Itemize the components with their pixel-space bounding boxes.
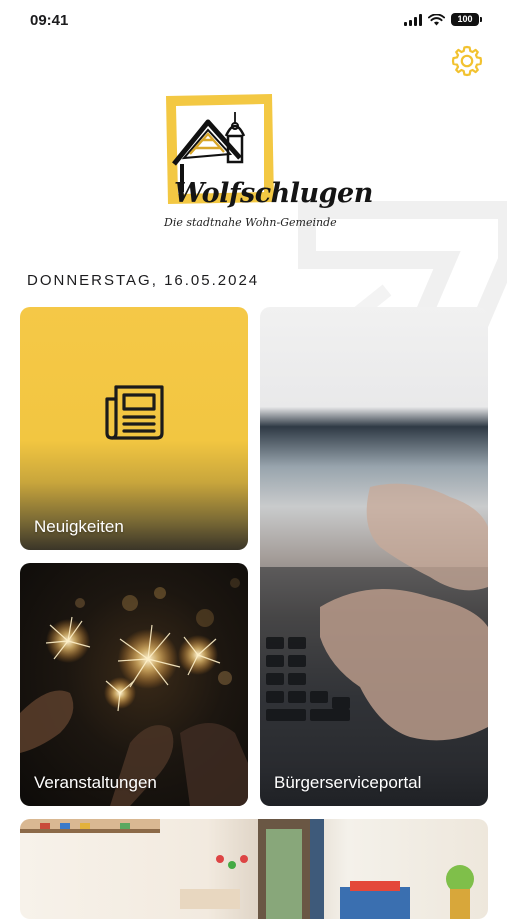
status-icons: 100 xyxy=(404,13,482,26)
laptop-typing-photo xyxy=(260,483,488,767)
status-bar: 09:41 100 xyxy=(0,0,507,44)
tile-news[interactable]: Neuigkeiten xyxy=(20,307,248,550)
sparklers-photo xyxy=(20,578,248,806)
newspaper-icon xyxy=(105,385,164,440)
tile-citizen-portal[interactable]: Bürgerserviceportal xyxy=(260,307,488,806)
logo-tagline: Die stadtnahe Wohn-Gemeinde xyxy=(164,216,337,229)
playroom-photo xyxy=(20,819,474,919)
status-time: 09:41 xyxy=(30,12,69,29)
tile-childcare[interactable] xyxy=(20,819,488,919)
tile-events-label: Veranstaltungen xyxy=(34,773,157,792)
municipality-logo: Wolfschlugen Die stadtnahe Wohn-Gemeinde xyxy=(160,92,373,237)
wifi-icon xyxy=(428,13,445,25)
cellular-signal-icon xyxy=(404,13,422,26)
tile-events[interactable]: Veranstaltungen xyxy=(20,563,248,806)
gear-icon[interactable] xyxy=(450,44,484,78)
battery-indicator: 100 xyxy=(451,13,482,26)
current-date: DONNERSTAG, 16.05.2024 xyxy=(27,272,260,289)
tile-news-label: Neuigkeiten xyxy=(34,517,124,536)
tile-citizen-portal-label: Bürgerserviceportal xyxy=(274,773,422,792)
logo-wordmark: Wolfschlugen xyxy=(174,178,373,209)
